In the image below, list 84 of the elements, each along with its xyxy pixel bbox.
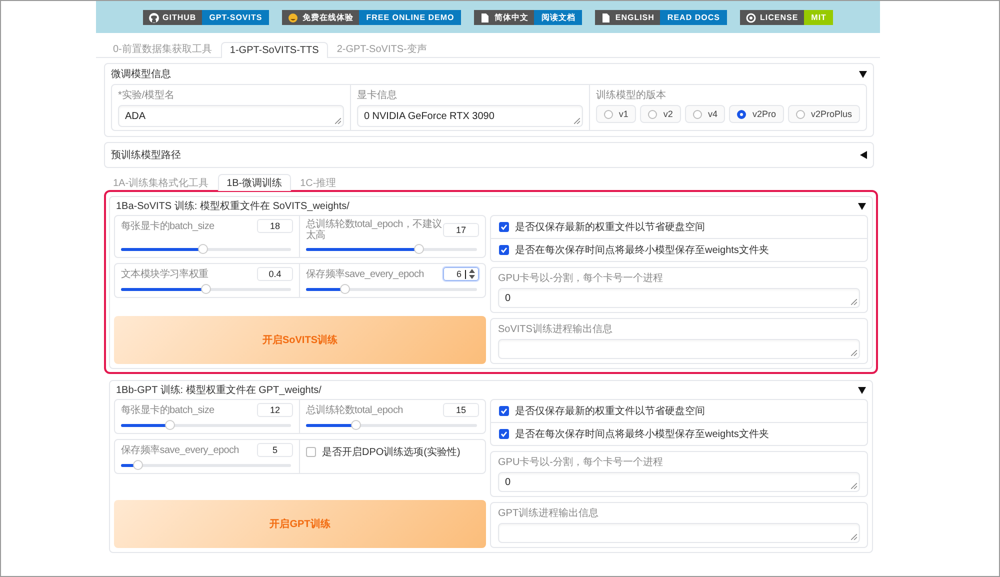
checkbox-label: 是否在每次保存时间点将最终小模型保存至weights文件夹 (515, 244, 769, 257)
field-label: GPU卡号以-分割，每个卡号一个进程 (498, 456, 664, 469)
field-label: 训练模型的版本 (596, 88, 667, 102)
resize-handle-icon (574, 118, 580, 124)
slider-label: 总训练轮数total_epoch (306, 404, 403, 416)
field-label: 显卡信息 (356, 88, 398, 102)
badge-link[interactable]: 免费在线体验 FREE ONLINE DEMO (282, 10, 462, 25)
checkbox-label: 是否仅保存最新的权重文件以节省硬盘空间 (515, 404, 705, 418)
radio-option[interactable]: v2 (640, 105, 681, 123)
slider-thumb[interactable] (414, 244, 424, 254)
section-title: 1Ba-SoVITS 训练: 模型权重文件在 SoVITS_weights/ (116, 200, 350, 213)
resize-handle-icon (851, 534, 857, 540)
field-label: SoVITS训练进程输出信息 (498, 322, 614, 336)
slider-thumb[interactable] (133, 460, 143, 470)
badge-value: READ DOCS (660, 10, 727, 25)
slider-thumb[interactable] (198, 244, 208, 254)
field-label: GPT训练进程输出信息 (498, 506, 600, 520)
slider-thumb[interactable] (201, 284, 211, 294)
badge-link[interactable]: ENGLISH READ DOCS (595, 10, 727, 25)
slider-label: 总训练轮数total_epoch，不建议太高 (306, 219, 443, 241)
document-icon (601, 12, 612, 22)
radio-option[interactable]: v2ProPlus (788, 105, 860, 123)
slider-label: 每张显卡的batch_size (121, 404, 214, 416)
number-field[interactable]: 18 (257, 219, 293, 233)
badge-label: 简体中文 (494, 12, 528, 23)
spinner-icon (469, 269, 475, 279)
resize-handle-icon (851, 299, 857, 305)
checkbox[interactable] (306, 447, 316, 457)
checkbox-label: 是否仅保存最新的权重文件以节省硬盘空间 (515, 220, 705, 234)
checkbox[interactable] (499, 245, 509, 255)
badge-label: ENGLISH (615, 13, 654, 22)
panel-title: 微调模型信息 (111, 68, 171, 81)
tab[interactable]: 1B-微调训练 (218, 174, 292, 191)
number-field[interactable]: 12 (257, 403, 293, 417)
badge-label: 免费在线体验 (302, 12, 354, 23)
panel-title: 预训练模型路径 (111, 148, 181, 162)
badge-value: 阅读文档 (534, 10, 582, 25)
badge-value: MIT (804, 10, 834, 25)
number-field[interactable]: 6 (443, 267, 479, 281)
checkbox-label: 是否开启DPO训练选项(实验性) (322, 446, 460, 459)
slider-label: 保存频率save_every_epoch (121, 444, 239, 456)
radio-option[interactable]: v1 (596, 105, 636, 123)
slider-label: 保存频率save_every_epoch (306, 268, 424, 280)
number-field[interactable]: 17 (443, 223, 479, 237)
slider-label: 文本模块学习率权重 (121, 268, 208, 280)
radio-option[interactable]: v4 (684, 105, 726, 123)
checkbox[interactable] (499, 406, 509, 416)
checkbox-label: 是否在每次保存时间点将最终小模型保存至weights文件夹 (515, 428, 769, 441)
tab[interactable]: 1-GPT-SoVITS-TTS (220, 42, 328, 58)
slider-thumb[interactable] (165, 420, 176, 430)
number-field[interactable]: 0.4 (257, 267, 293, 281)
badge-link[interactable]: GITHUB GPT-SOVITS (142, 10, 270, 25)
document-icon (480, 12, 490, 22)
text-field[interactable] (498, 339, 860, 359)
slider-label: 每张显卡的batch_size (121, 220, 214, 232)
slider-thumb[interactable] (350, 420, 361, 430)
slider-thumb[interactable] (340, 284, 350, 294)
badge-value: FREE ONLINE DEMO (359, 10, 462, 25)
resize-handle-icon (851, 483, 857, 489)
accordion-header[interactable]: 微调模型信息 (105, 64, 873, 84)
emoji-icon (288, 12, 298, 22)
accordion-header[interactable]: 1Ba-SoVITS 训练: 模型权重文件在 SoVITS_weights/ (114, 197, 868, 215)
checkbox[interactable] (499, 429, 509, 439)
field-label: GPU卡号以-分割，每个卡号一个进程 (498, 272, 664, 285)
accordion-header[interactable]: 1Bb-GPT 训练: 模型权重文件在 GPT_weights/ (114, 381, 868, 399)
text-field[interactable]: 0 NVIDIA GeForce RTX 3090 (356, 105, 583, 127)
text-field[interactable] (498, 523, 860, 543)
badge-value: GPT-SOVITS (202, 10, 270, 25)
field-label: *实验/模型名 (118, 88, 176, 102)
section-title: 1Bb-GPT 训练: 模型权重文件在 GPT_weights/ (116, 384, 322, 397)
resize-handle-icon (851, 350, 857, 356)
badge-label: LICENSE (760, 13, 798, 22)
github-icon (148, 12, 159, 22)
badge-label: GITHUB (162, 13, 196, 22)
number-field[interactable]: 15 (443, 403, 479, 417)
number-field[interactable]: 5 (257, 443, 293, 457)
text-field[interactable]: 0 (498, 472, 860, 492)
text-field[interactable]: ADA (118, 105, 344, 127)
accordion-header[interactable]: 预训练模型路径 (105, 143, 873, 167)
radio-option[interactable]: v2Pro (729, 105, 784, 123)
resize-handle-icon (334, 118, 341, 124)
checkbox[interactable] (499, 222, 509, 232)
text-field[interactable]: 0 (498, 288, 860, 308)
license-icon (746, 12, 756, 22)
